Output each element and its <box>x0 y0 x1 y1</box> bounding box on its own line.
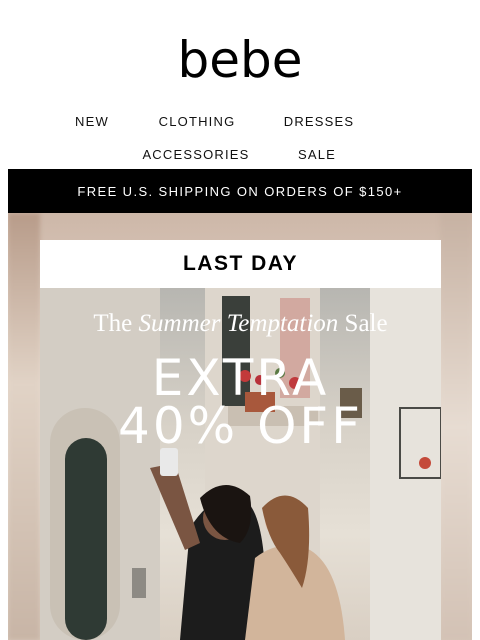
nav-link-sale[interactable]: SALE <box>298 147 336 162</box>
hero-promo[interactable]: LAST DAY The Summer Temptation Sale EXTR… <box>8 213 472 640</box>
promo-headline: The Summer Temptation Sale <box>40 310 441 338</box>
promo-headline-pre: The <box>93 310 139 337</box>
nav-link-accessories[interactable]: ACCESSORIES <box>142 147 249 162</box>
shipping-banner-text: FREE U.S. SHIPPING ON ORDERS OF $150+ <box>77 183 403 199</box>
nav-link-clothing[interactable]: CLOTHING <box>159 114 236 129</box>
last-day-badge: LAST DAY <box>40 240 441 288</box>
nav-link-new[interactable]: NEW <box>75 114 109 129</box>
brand-logo[interactable]: bebe <box>0 30 480 90</box>
last-day-text: LAST DAY <box>182 252 299 275</box>
shipping-banner[interactable]: FREE U.S. SHIPPING ON ORDERS OF $150+ <box>8 169 472 213</box>
hero-blur-right <box>440 213 472 640</box>
promo-offer-line2: 40% OFF <box>118 397 363 455</box>
street-scene-illustration <box>40 288 441 640</box>
hero-blur-left <box>8 213 40 640</box>
hero-photo[interactable]: The Summer Temptation Sale EXTRA 40% OFF <box>40 288 441 640</box>
promo-headline-emphasis: Summer Temptation <box>138 310 339 337</box>
nav-link-dresses[interactable]: DRESSES <box>284 114 355 129</box>
promo-headline-post: Sale <box>338 310 388 337</box>
